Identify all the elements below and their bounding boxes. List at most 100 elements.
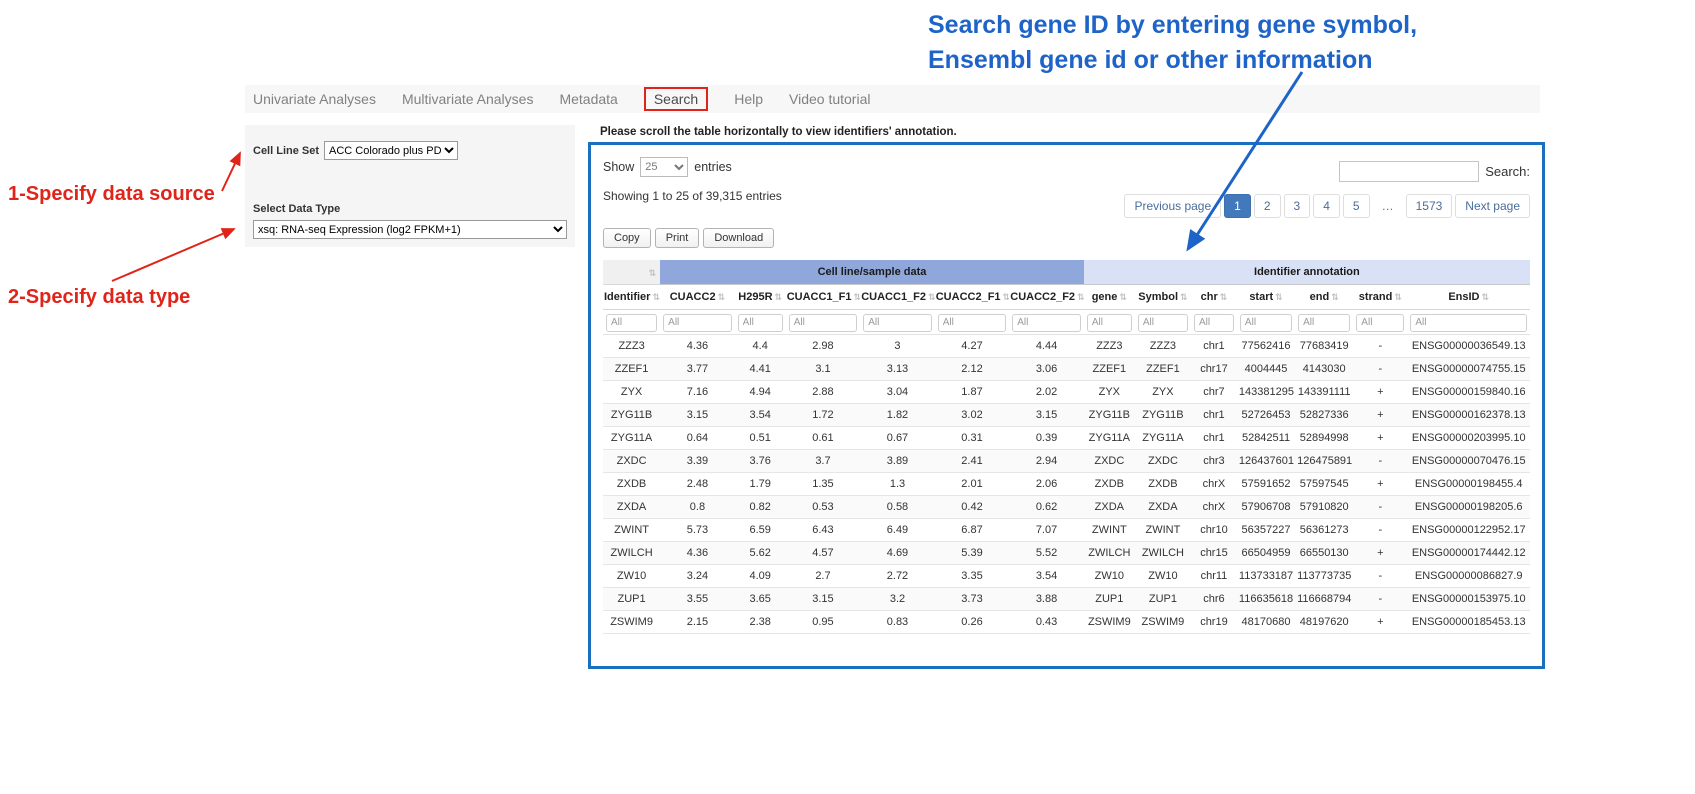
- filter-input-h295r[interactable]: [738, 314, 783, 332]
- cell: ZYG11B: [603, 403, 660, 426]
- table-controls-left: Show 25 entries Showing 1 to 25 of 39,31…: [603, 155, 782, 203]
- table-info: Showing 1 to 25 of 39,315 entries: [603, 189, 782, 203]
- next-page-button[interactable]: Next page: [1455, 194, 1530, 218]
- search-input[interactable]: [1339, 161, 1479, 182]
- column-header-start[interactable]: start⇅: [1237, 285, 1295, 310]
- sort-icon[interactable]: ⇅: [928, 293, 935, 303]
- table-row[interactable]: ZW103.244.092.72.723.353.54ZW10ZW10chr11…: [603, 564, 1530, 587]
- previous-page-button[interactable]: Previous page: [1124, 194, 1221, 218]
- sort-icon[interactable]: ⇅: [1180, 293, 1188, 303]
- data-type-select[interactable]: xsq: RNA-seq Expression (log2 FPKM+1): [253, 220, 567, 239]
- filter-input-cuacc2_f2[interactable]: [1012, 314, 1081, 332]
- nav-item-univariate-analyses[interactable]: Univariate Analyses: [253, 91, 376, 107]
- filter-input-cuacc1_f2[interactable]: [863, 314, 932, 332]
- page-length-select[interactable]: 25: [640, 157, 688, 177]
- column-header-cuacc1_f1[interactable]: CUACC1_F1⇅: [786, 285, 861, 310]
- table-row[interactable]: ZXDA0.80.820.530.580.420.62ZXDAZXDAchrX5…: [603, 495, 1530, 518]
- column-header-h295r[interactable]: H295R⇅: [735, 285, 786, 310]
- cell: ENSG00000159840.16: [1407, 380, 1530, 403]
- table-row[interactable]: ZUP13.553.653.153.23.733.88ZUP1ZUP1chr61…: [603, 587, 1530, 610]
- table-row[interactable]: ZYX7.164.942.883.041.872.02ZYXZYXchr7143…: [603, 380, 1530, 403]
- table-row[interactable]: ZWINT5.736.596.436.496.877.07ZWINTZWINTc…: [603, 518, 1530, 541]
- cell: 3.02: [935, 403, 1010, 426]
- column-header-cuacc2_f2[interactable]: CUACC2_F2⇅: [1009, 285, 1084, 310]
- page-button-1[interactable]: 1: [1224, 194, 1251, 218]
- filter-input-end[interactable]: [1298, 314, 1350, 332]
- page-button-1573[interactable]: 1573: [1406, 194, 1453, 218]
- cell: 3.89: [860, 449, 935, 472]
- cell: ZZZ3: [1084, 334, 1135, 357]
- filter-input-chr[interactable]: [1194, 314, 1234, 332]
- cell-line-set-select[interactable]: ACC Colorado plus PDX: [324, 141, 458, 160]
- column-header-strand[interactable]: strand⇅: [1353, 285, 1407, 310]
- sort-icon[interactable]: ⇅: [1119, 293, 1127, 303]
- column-header-chr[interactable]: chr⇅: [1191, 285, 1237, 310]
- table-row[interactable]: ZYG11A0.640.510.610.670.310.39ZYG11AZYG1…: [603, 426, 1530, 449]
- sort-icon[interactable]: ⇅: [1003, 293, 1010, 303]
- cell: ZUP1: [1084, 587, 1135, 610]
- group-header-identifier-sort[interactable]: ⇅: [603, 260, 660, 285]
- cell: 1.72: [786, 403, 861, 426]
- column-header-identifier[interactable]: Identifier⇅: [603, 285, 660, 310]
- page-button-4[interactable]: 4: [1313, 194, 1340, 218]
- cell: 1.79: [735, 472, 786, 495]
- table-row[interactable]: ZXDC3.393.763.73.892.412.94ZXDCZXDCchr31…: [603, 449, 1530, 472]
- pagination: Previous page12345…1573Next page: [1121, 194, 1530, 218]
- page-button-2[interactable]: 2: [1254, 194, 1281, 218]
- cell: 3.15: [660, 403, 735, 426]
- column-header-cuacc1_f2[interactable]: CUACC1_F2⇅: [860, 285, 935, 310]
- table-row[interactable]: ZWILCH4.365.624.574.695.395.52ZWILCHZWIL…: [603, 541, 1530, 564]
- data-type-label: Select Data Type: [253, 203, 567, 215]
- page-button-3[interactable]: 3: [1284, 194, 1311, 218]
- sort-icon[interactable]: ⇅: [1331, 293, 1339, 303]
- filter-input-gene[interactable]: [1087, 314, 1132, 332]
- print-button[interactable]: Print: [655, 228, 700, 248]
- column-header-symbol[interactable]: Symbol⇅: [1135, 285, 1191, 310]
- copy-button[interactable]: Copy: [603, 228, 651, 248]
- sort-icon[interactable]: ⇅: [652, 293, 660, 303]
- nav-item-help[interactable]: Help: [734, 91, 763, 107]
- sort-icon[interactable]: ⇅: [1077, 293, 1084, 303]
- sort-icon[interactable]: ⇅: [718, 293, 726, 303]
- sort-icon[interactable]: ⇅: [775, 293, 783, 303]
- filter-input-identifier[interactable]: [606, 314, 657, 332]
- table-row[interactable]: ZZEF13.774.413.13.132.123.06ZZEF1ZZEF1ch…: [603, 357, 1530, 380]
- nav-item-video-tutorial[interactable]: Video tutorial: [789, 91, 870, 107]
- sort-icon[interactable]: ⇅: [649, 269, 657, 279]
- cell: chr11: [1191, 564, 1237, 587]
- table-row[interactable]: ZXDB2.481.791.351.32.012.06ZXDBZXDBchrX5…: [603, 472, 1530, 495]
- annotation-step1: 1-Specify data source: [8, 183, 215, 206]
- nav-item-multivariate-analyses[interactable]: Multivariate Analyses: [402, 91, 534, 107]
- table-row[interactable]: ZSWIM92.152.380.950.830.260.43ZSWIM9ZSWI…: [603, 610, 1530, 633]
- sort-icon[interactable]: ⇅: [854, 293, 861, 303]
- column-header-cuacc2[interactable]: CUACC2⇅: [660, 285, 735, 310]
- cell: 2.06: [1009, 472, 1084, 495]
- table-row[interactable]: ZYG11B3.153.541.721.823.023.15ZYG11BZYG1…: [603, 403, 1530, 426]
- filter-input-symbol[interactable]: [1138, 314, 1188, 332]
- column-header-gene[interactable]: gene⇅: [1084, 285, 1135, 310]
- cell: ZWILCH: [1135, 541, 1191, 564]
- table-row[interactable]: ZZZ34.364.42.9834.274.44ZZZ3ZZZ3chr17756…: [603, 334, 1530, 357]
- filter-input-cuacc2[interactable]: [663, 314, 732, 332]
- page-button-5[interactable]: 5: [1343, 194, 1370, 218]
- sort-icon[interactable]: ⇅: [1275, 293, 1283, 303]
- nav-item-search[interactable]: Search: [644, 87, 708, 111]
- column-header-ensid[interactable]: EnsID⇅: [1407, 285, 1530, 310]
- filter-input-strand[interactable]: [1356, 314, 1404, 332]
- cell: 3.15: [786, 587, 861, 610]
- filter-input-start[interactable]: [1240, 314, 1292, 332]
- column-header-end[interactable]: end⇅: [1295, 285, 1353, 310]
- sort-icon[interactable]: ⇅: [1220, 293, 1228, 303]
- cell: 3.88: [1009, 587, 1084, 610]
- cell: 3.04: [860, 380, 935, 403]
- cell: ENSG00000198455.4: [1407, 472, 1530, 495]
- sort-icon[interactable]: ⇅: [1482, 293, 1490, 303]
- filter-input-cuacc1_f1[interactable]: [789, 314, 858, 332]
- filter-input-cuacc2_f1[interactable]: [938, 314, 1007, 332]
- sort-icon[interactable]: ⇅: [1394, 293, 1402, 303]
- filter-input-ensid[interactable]: [1410, 314, 1527, 332]
- column-header-cuacc2_f1[interactable]: CUACC2_F1⇅: [935, 285, 1010, 310]
- nav-item-metadata[interactable]: Metadata: [559, 91, 617, 107]
- download-button[interactable]: Download: [703, 228, 774, 248]
- cell: chr17: [1191, 357, 1237, 380]
